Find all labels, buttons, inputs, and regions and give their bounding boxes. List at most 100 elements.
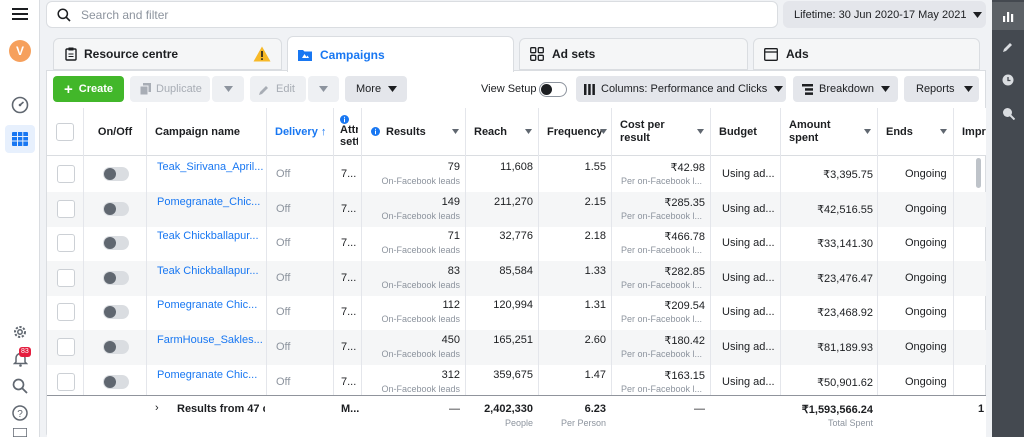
budget-value: Using ad... <box>722 375 775 388</box>
campaign-onoff-toggle[interactable] <box>103 236 129 251</box>
tab-ads[interactable]: Ads <box>753 38 980 70</box>
results-type: On-Facebook leads <box>381 314 460 325</box>
history-clock-icon[interactable] <box>992 66 1024 94</box>
campaign-name-link[interactable]: Pomegranate Chic... <box>157 369 263 381</box>
reports-icon[interactable] <box>0 428 40 437</box>
campaign-name-link[interactable]: Teak Chickballapur... <box>157 265 263 277</box>
chevron-down-icon <box>774 86 784 92</box>
amount-spent-header[interactable]: Amount spent <box>781 108 877 156</box>
date-range-picker[interactable]: Lifetime: 30 Jun 2020-17 May 2021 <box>783 1 986 28</box>
frequency-value: 2.18 <box>584 230 606 243</box>
delivery-status: Off <box>276 341 291 353</box>
menu-icon[interactable] <box>0 4 40 24</box>
search-icon[interactable] <box>0 376 40 396</box>
ends-header[interactable]: Ends <box>878 108 953 156</box>
row-checkbox[interactable] <box>57 165 75 183</box>
totals-label: Results from 47 ca <box>177 403 265 415</box>
amount-spent-value: ₹42,516.55 <box>817 203 873 216</box>
cost-per-result-type: Per on-Facebook l... <box>621 279 703 290</box>
campaign-onoff-toggle[interactable] <box>103 167 129 181</box>
tab-resource-centre[interactable]: Resource centre <box>53 38 282 70</box>
account-avatar[interactable]: V <box>0 39 40 63</box>
attribution-header[interactable]: Attr sett <box>334 108 361 156</box>
campaign-onoff-toggle[interactable] <box>103 270 129 285</box>
duplicate-dropdown[interactable] <box>212 76 244 102</box>
onoff-header[interactable]: On/Off <box>84 108 146 156</box>
row-checkbox[interactable] <box>57 338 75 356</box>
reach-value: 32,776 <box>499 230 533 243</box>
breakdown-icon <box>802 83 813 95</box>
search-filter-bar[interactable] <box>46 1 778 28</box>
cost-per-result-type: Per on-Facebook l... <box>621 176 703 186</box>
row-checkbox[interactable] <box>57 372 75 391</box>
dashboard-gauge-icon[interactable] <box>0 94 40 116</box>
reports-button[interactable]: Reports <box>904 76 979 102</box>
row-checkbox[interactable] <box>57 234 75 253</box>
campaign-name-header[interactable]: Campaign name <box>147 108 266 156</box>
frequency-header-label: Frequency <box>547 125 603 138</box>
pencil-icon <box>259 85 268 95</box>
edit-pencil-icon[interactable] <box>992 33 1024 61</box>
budget-header[interactable]: Budget <box>711 108 780 156</box>
edit-button[interactable]: Edit <box>250 76 306 102</box>
campaign-name-link[interactable]: Pomegranate_Chic... <box>157 196 263 208</box>
more-button[interactable]: More <box>345 76 407 102</box>
tab-ad-sets[interactable]: Ad sets <box>519 38 748 70</box>
totals-frequency-sub: Per Person <box>560 418 606 428</box>
create-button[interactable]: + Create <box>53 76 124 102</box>
campaigns-table-icon[interactable] <box>5 125 35 153</box>
expand-chevron-icon[interactable]: › <box>155 402 159 414</box>
totals-reach: 2,402,330 <box>484 403 533 415</box>
cost-per-result-type: Per on-Facebook l... <box>621 349 703 359</box>
campaign-name-link[interactable]: Teak_Sirivana_April... <box>157 161 263 173</box>
attribution-setting: 7... <box>341 237 357 250</box>
amount-spent-value: ₹33,141.30 <box>817 238 873 251</box>
view-setup-toggle[interactable] <box>539 82 567 97</box>
totals-row: › Results from 47 ca M... — 2,402,330 Pe… <box>47 395 986 437</box>
row-checkbox[interactable] <box>57 303 75 322</box>
reach-value: 11,608 <box>500 161 533 173</box>
campaign-onoff-toggle[interactable] <box>103 305 129 320</box>
totals-cost-per-result: — <box>694 403 705 415</box>
reach-header[interactable]: Reach <box>466 108 538 156</box>
warning-icon <box>253 46 271 62</box>
ends-header-label: Ends <box>886 125 913 138</box>
select-all-checkbox[interactable] <box>56 122 74 141</box>
frequency-value: 1.33 <box>584 264 606 277</box>
duplicate-button[interactable]: Duplicate <box>130 76 210 102</box>
campaign-name-link[interactable]: FarmHouse_Sakles... <box>157 334 263 346</box>
row-checkbox[interactable] <box>57 199 75 218</box>
charts-icon[interactable] <box>992 2 1024 30</box>
inspect-zoom-icon[interactable] <box>992 99 1024 127</box>
settings-gear-icon[interactable] <box>0 322 40 342</box>
tab-label: Ad sets <box>552 47 596 61</box>
chevron-down-icon <box>388 86 398 92</box>
delivery-status: Off <box>276 306 291 319</box>
campaign-onoff-toggle[interactable] <box>103 340 129 354</box>
info-icon <box>371 127 380 136</box>
campaign-onoff-toggle[interactable] <box>103 374 129 389</box>
row-checkbox[interactable] <box>57 268 75 287</box>
results-header[interactable]: Results <box>362 108 465 156</box>
search-input[interactable] <box>81 7 681 22</box>
results-value: 83 <box>447 264 460 277</box>
edit-dropdown[interactable] <box>308 76 339 102</box>
campaign-name-link[interactable]: Teak Chickballapur... <box>157 230 263 242</box>
delivery-header[interactable]: Delivery ↑ <box>267 108 333 156</box>
help-icon[interactable]: ? <box>0 403 40 423</box>
columns-button[interactable]: Columns: Performance and Clicks <box>576 76 786 102</box>
campaign-name-link[interactable]: Pomegranate Chic... <box>157 299 263 311</box>
frequency-header[interactable]: Frequency <box>539 108 611 156</box>
campaign-onoff-toggle[interactable] <box>103 201 129 216</box>
chevron-down-icon <box>963 86 973 92</box>
table-scrollbar[interactable] <box>976 158 981 188</box>
breakdown-button[interactable]: Breakdown <box>793 76 898 102</box>
cost-per-result-header[interactable]: Cost per result <box>612 108 710 156</box>
attribution-setting: 7... <box>341 202 357 215</box>
notification-count-badge: 83 <box>19 347 31 357</box>
campaigns-table: On/Off Campaign name Delivery ↑ Attr set… <box>47 108 986 437</box>
reach-value: 85,584 <box>499 264 533 277</box>
tab-campaigns[interactable]: Campaigns <box>287 36 514 72</box>
impressions-header[interactable]: Impre <box>954 108 986 156</box>
reach-value: 165,251 <box>493 334 533 346</box>
